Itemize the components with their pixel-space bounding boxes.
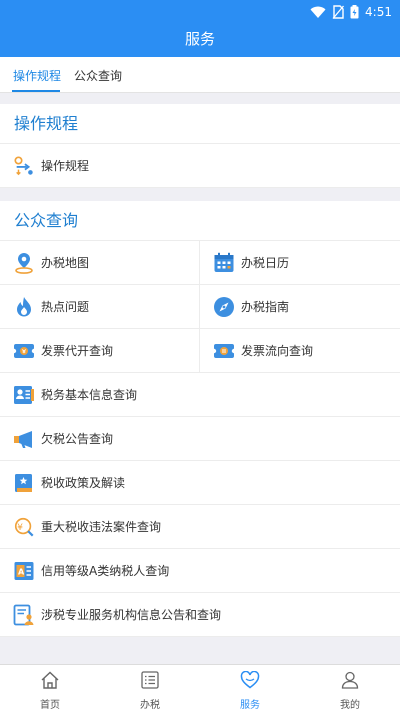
grid-row: 发票代开查询 发票流向查询 bbox=[0, 329, 400, 373]
nav-label: 办税 bbox=[140, 700, 160, 710]
list-item[interactable]: 涉税专业服务机构信息公告和查询 bbox=[0, 593, 400, 637]
no-sim-icon bbox=[332, 5, 345, 19]
item-label: 办税指南 bbox=[241, 300, 290, 314]
grid-row: 热点问题 办税指南 bbox=[0, 285, 400, 329]
tab-public-query[interactable]: 公众查询 bbox=[74, 67, 122, 84]
section-title: 操作规程 bbox=[0, 104, 400, 144]
grid-item-tax-calendar[interactable]: 办税日历 bbox=[200, 241, 400, 284]
list-item[interactable]: 税收政策及解读 bbox=[0, 461, 400, 505]
nav-home[interactable]: 首页 bbox=[0, 665, 100, 710]
nav-tax-handling[interactable]: 办税 bbox=[100, 665, 200, 710]
compass-icon bbox=[213, 296, 235, 318]
section-public-query: 公众查询 办税地图 办税日历 热点问题 办税指南 发票代开查询 发票流向查询 税… bbox=[0, 201, 400, 637]
home-icon bbox=[40, 671, 60, 693]
wifi-icon bbox=[310, 6, 326, 19]
item-label: 欠税公告查询 bbox=[41, 432, 114, 446]
flame-icon bbox=[13, 296, 35, 318]
list-item[interactable]: A 信用等级A类纳税人查询 bbox=[0, 549, 400, 593]
megaphone-icon bbox=[13, 428, 35, 450]
invoice-icon bbox=[13, 340, 35, 362]
document-person-icon bbox=[13, 604, 35, 626]
tax-search-icon: ¥ bbox=[13, 516, 35, 538]
item-label: 热点问题 bbox=[41, 300, 90, 314]
item-label: 发票流向查询 bbox=[241, 344, 314, 358]
item-label: 涉税专业服务机构信息公告和查询 bbox=[41, 608, 222, 622]
svg-text:¥: ¥ bbox=[17, 521, 23, 532]
app-header: 4:51 服务 bbox=[0, 0, 400, 57]
page-title: 服务 bbox=[184, 30, 215, 48]
active-tab-indicator bbox=[12, 90, 60, 92]
grid-item-tax-map[interactable]: 办税地图 bbox=[0, 241, 200, 284]
battery-icon bbox=[350, 5, 359, 19]
list-item[interactable]: 税务基本信息查询 bbox=[0, 373, 400, 417]
tab-bar: 操作规程 公众查询 bbox=[0, 57, 400, 93]
user-icon bbox=[341, 671, 359, 693]
item-label: 办税地图 bbox=[41, 256, 90, 270]
item-label: 税收政策及解读 bbox=[41, 476, 126, 490]
tab-operation-rules[interactable]: 操作规程 bbox=[13, 67, 61, 84]
item-label: 税务基本信息查询 bbox=[41, 388, 138, 402]
flow-icon bbox=[13, 155, 35, 177]
book-icon bbox=[13, 472, 35, 494]
item-label: 操作规程 bbox=[41, 159, 90, 173]
id-card-icon bbox=[13, 384, 35, 406]
grid-item-tax-guide[interactable]: 办税指南 bbox=[200, 285, 400, 328]
list-item[interactable]: ¥ 重大税收违法案件查询 bbox=[0, 505, 400, 549]
invoice-flow-icon bbox=[213, 340, 235, 362]
grid-item-invoice-issue-query[interactable]: 发票代开查询 bbox=[0, 329, 200, 372]
heart-icon bbox=[240, 670, 260, 693]
nav-label: 服务 bbox=[240, 700, 260, 710]
section-operation-rules: 操作规程 操作规程 bbox=[0, 104, 400, 188]
nav-mine[interactable]: 我的 bbox=[300, 665, 400, 710]
list-item[interactable]: 欠税公告查询 bbox=[0, 417, 400, 461]
map-pin-icon bbox=[13, 252, 35, 274]
status-time: 4:51 bbox=[365, 5, 392, 19]
svg-text:A: A bbox=[18, 567, 25, 576]
item-label: 办税日历 bbox=[241, 256, 290, 270]
nav-service[interactable]: 服务 bbox=[200, 665, 300, 710]
credit-icon: A bbox=[13, 560, 35, 582]
item-label: 信用等级A类纳税人查询 bbox=[41, 564, 170, 578]
list-item[interactable]: 操作规程 bbox=[0, 144, 400, 188]
list-icon bbox=[141, 671, 159, 693]
bottom-nav: 首页 办税 服务 我的 bbox=[0, 664, 400, 710]
grid-row: 办税地图 办税日历 bbox=[0, 241, 400, 285]
nav-label: 我的 bbox=[340, 700, 360, 710]
nav-label: 首页 bbox=[40, 700, 60, 710]
status-bar: 4:51 bbox=[310, 3, 392, 21]
grid-item-invoice-flow-query[interactable]: 发票流向查询 bbox=[200, 329, 400, 372]
calendar-icon bbox=[213, 252, 235, 274]
section-title: 公众查询 bbox=[0, 201, 400, 241]
grid-item-hot-issues[interactable]: 热点问题 bbox=[0, 285, 200, 328]
item-label: 重大税收违法案件查询 bbox=[41, 520, 162, 534]
item-label: 发票代开查询 bbox=[41, 344, 114, 358]
